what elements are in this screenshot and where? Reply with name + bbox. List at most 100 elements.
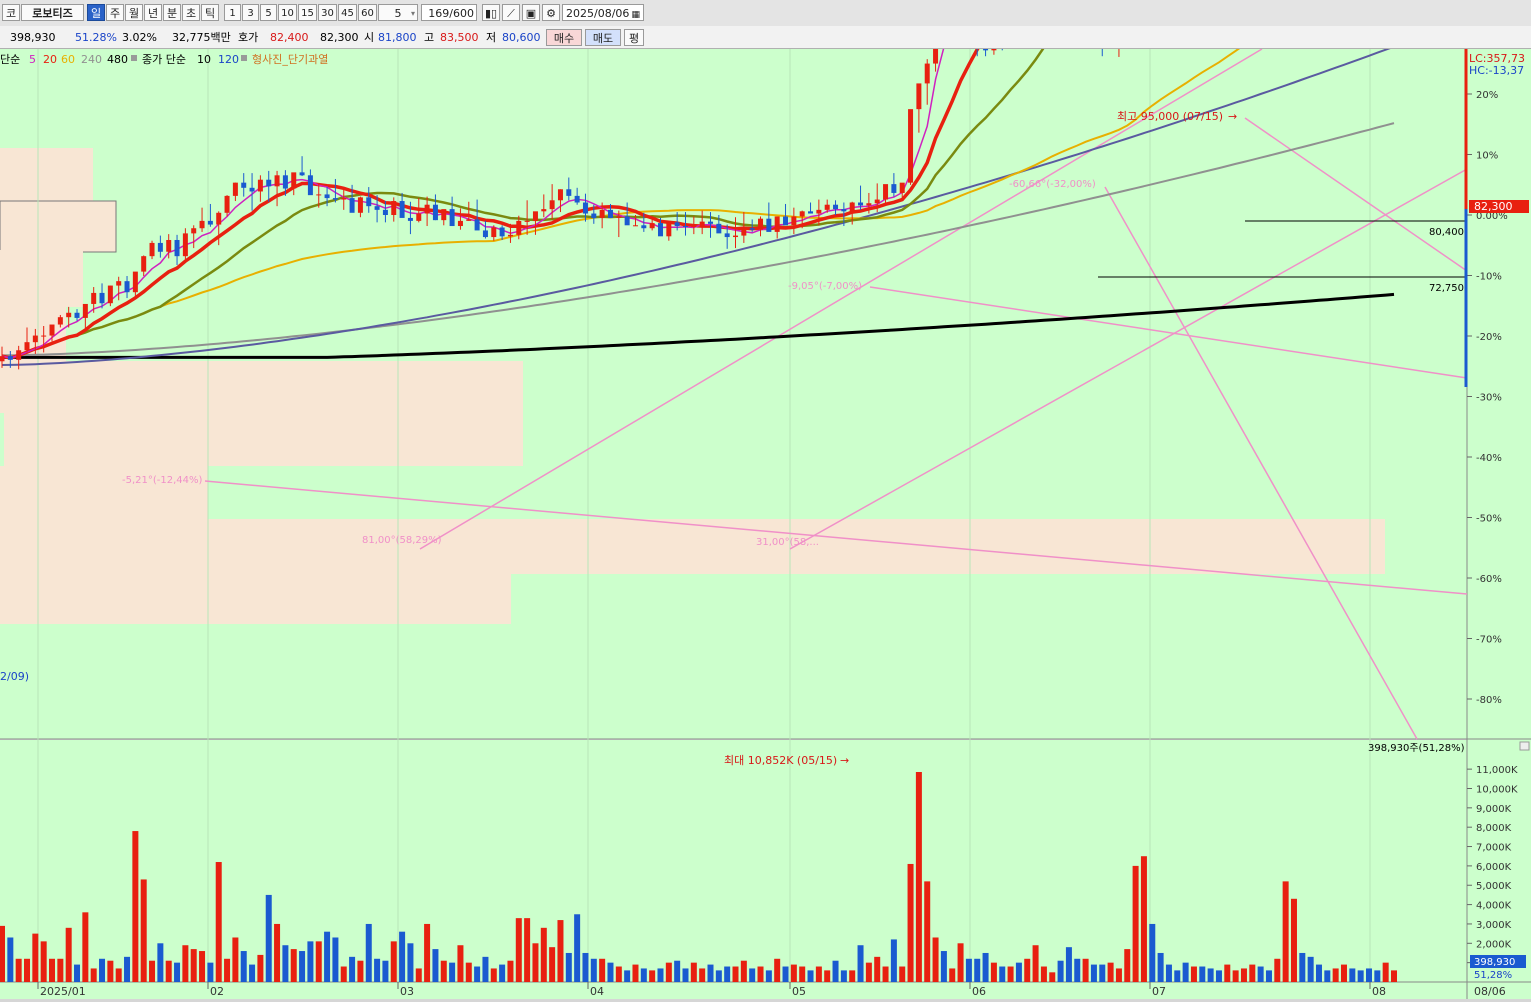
- candle-body[interactable]: [883, 184, 889, 200]
- volume-bar[interactable]: [857, 945, 864, 982]
- volume-bar[interactable]: [0, 925, 5, 982]
- save-icon[interactable]: ▣: [522, 4, 540, 21]
- candle-body[interactable]: [524, 220, 530, 222]
- candle-body[interactable]: [816, 209, 822, 214]
- volume-bar[interactable]: [890, 939, 897, 982]
- volume-bar[interactable]: [1340, 964, 1347, 982]
- settings-gear-icon[interactable]: ⚙: [542, 4, 560, 21]
- volume-bar[interactable]: [1132, 865, 1139, 982]
- draw-tool-icon[interactable]: ⟋: [502, 4, 520, 21]
- candle-body[interactable]: [24, 342, 30, 351]
- candle-body[interactable]: [799, 211, 805, 217]
- candle-body[interactable]: [366, 197, 372, 207]
- evaluation-button[interactable]: 평: [624, 29, 644, 46]
- candle-body[interactable]: [674, 222, 680, 227]
- volume-bar[interactable]: [607, 962, 614, 982]
- candle-body[interactable]: [507, 234, 513, 237]
- candle-body[interactable]: [591, 213, 597, 218]
- volume-bar[interactable]: [749, 968, 756, 982]
- volume-bar[interactable]: [199, 951, 206, 982]
- candle-body[interactable]: [632, 225, 638, 227]
- volume-bar[interactable]: [132, 831, 139, 982]
- volume-bar[interactable]: [840, 970, 847, 982]
- candle-body[interactable]: [157, 242, 163, 252]
- candle-body[interactable]: [491, 227, 497, 238]
- chart-canvas[interactable]: 최고 95,000 (07/15) → 2/09) -5,21°(-12,44%…: [0, 0, 1531, 999]
- volume-bar[interactable]: [1215, 970, 1222, 982]
- candle-body[interactable]: [166, 239, 172, 252]
- volume-bar[interactable]: [1065, 947, 1072, 982]
- volume-bar[interactable]: [407, 943, 414, 982]
- pane-collapse-icon[interactable]: [1519, 741, 1530, 751]
- candle-type-icon[interactable]: ▮▯: [482, 4, 500, 21]
- volume-bar[interactable]: [1182, 962, 1189, 982]
- volume-bar[interactable]: [1274, 958, 1281, 982]
- candle-body[interactable]: [332, 198, 338, 200]
- candle-body[interactable]: [207, 220, 213, 225]
- interval-button[interactable]: 60: [358, 4, 377, 21]
- candle-body[interactable]: [432, 204, 438, 221]
- volume-bar[interactable]: [474, 966, 481, 982]
- period-tab[interactable]: 년: [144, 4, 162, 21]
- candle-body[interactable]: [307, 175, 313, 196]
- volume-bar[interactable]: [299, 951, 306, 982]
- candle-body[interactable]: [641, 225, 647, 229]
- interval-button[interactable]: 3: [242, 4, 259, 21]
- volume-bar[interactable]: [657, 968, 664, 982]
- candle-body[interactable]: [466, 219, 472, 221]
- count-field[interactable]: 169/600: [421, 4, 477, 21]
- candle-body[interactable]: [457, 220, 463, 227]
- candle-body[interactable]: [91, 292, 97, 304]
- candle-body[interactable]: [766, 218, 772, 232]
- candle-body[interactable]: [324, 194, 330, 199]
- volume-bar[interactable]: [1082, 958, 1089, 982]
- volume-bar[interactable]: [707, 964, 714, 982]
- volume-bar[interactable]: [1299, 952, 1306, 982]
- candle-body[interactable]: [733, 235, 739, 238]
- candle-body[interactable]: [132, 271, 138, 293]
- volume-bar[interactable]: [757, 966, 764, 982]
- volume-bar[interactable]: [265, 894, 272, 982]
- volume-bar[interactable]: [632, 964, 639, 982]
- volume-bar[interactable]: [999, 966, 1006, 982]
- volume-bar[interactable]: [1374, 970, 1381, 982]
- period-tab[interactable]: 초: [182, 4, 200, 21]
- volume-bar[interactable]: [1115, 968, 1122, 982]
- volume-bar[interactable]: [899, 966, 906, 982]
- candle-body[interactable]: [399, 201, 405, 218]
- candle-body[interactable]: [216, 212, 222, 225]
- candle-body[interactable]: [374, 206, 380, 210]
- volume-bar[interactable]: [1190, 966, 1197, 982]
- volume-bar[interactable]: [324, 931, 331, 982]
- candle-body[interactable]: [32, 335, 38, 343]
- candle-body[interactable]: [316, 194, 322, 196]
- volume-bar[interactable]: [1207, 968, 1214, 982]
- candle-body[interactable]: [7, 356, 13, 360]
- candle-body[interactable]: [407, 217, 413, 221]
- volume-bar[interactable]: [99, 958, 106, 982]
- volume-bar[interactable]: [1324, 970, 1331, 982]
- volume-bar[interactable]: [357, 960, 364, 982]
- volume-bar[interactable]: [974, 958, 981, 982]
- volume-bar[interactable]: [1382, 962, 1389, 982]
- candle-body[interactable]: [141, 256, 147, 272]
- volume-bar[interactable]: [1040, 966, 1047, 982]
- candle-body[interactable]: [516, 220, 522, 235]
- candle-body[interactable]: [0, 356, 5, 362]
- candle-body[interactable]: [532, 211, 538, 221]
- volume-bar[interactable]: [807, 970, 814, 982]
- interval-button[interactable]: 45: [338, 4, 357, 21]
- volume-bar[interactable]: [624, 970, 631, 982]
- volume-bar[interactable]: [1024, 958, 1031, 982]
- volume-bar[interactable]: [290, 949, 297, 982]
- candle-body[interactable]: [16, 350, 22, 360]
- volume-bar[interactable]: [799, 966, 806, 982]
- volume-bar[interactable]: [924, 881, 931, 982]
- volume-bar[interactable]: [1257, 966, 1264, 982]
- date-field[interactable]: 2025/08/06 ▦: [562, 4, 644, 21]
- volume-bar[interactable]: [582, 952, 589, 982]
- volume-bar[interactable]: [249, 964, 256, 982]
- volume-bar[interactable]: [1174, 970, 1181, 982]
- volume-bar[interactable]: [424, 923, 431, 982]
- candle-body[interactable]: [724, 233, 730, 238]
